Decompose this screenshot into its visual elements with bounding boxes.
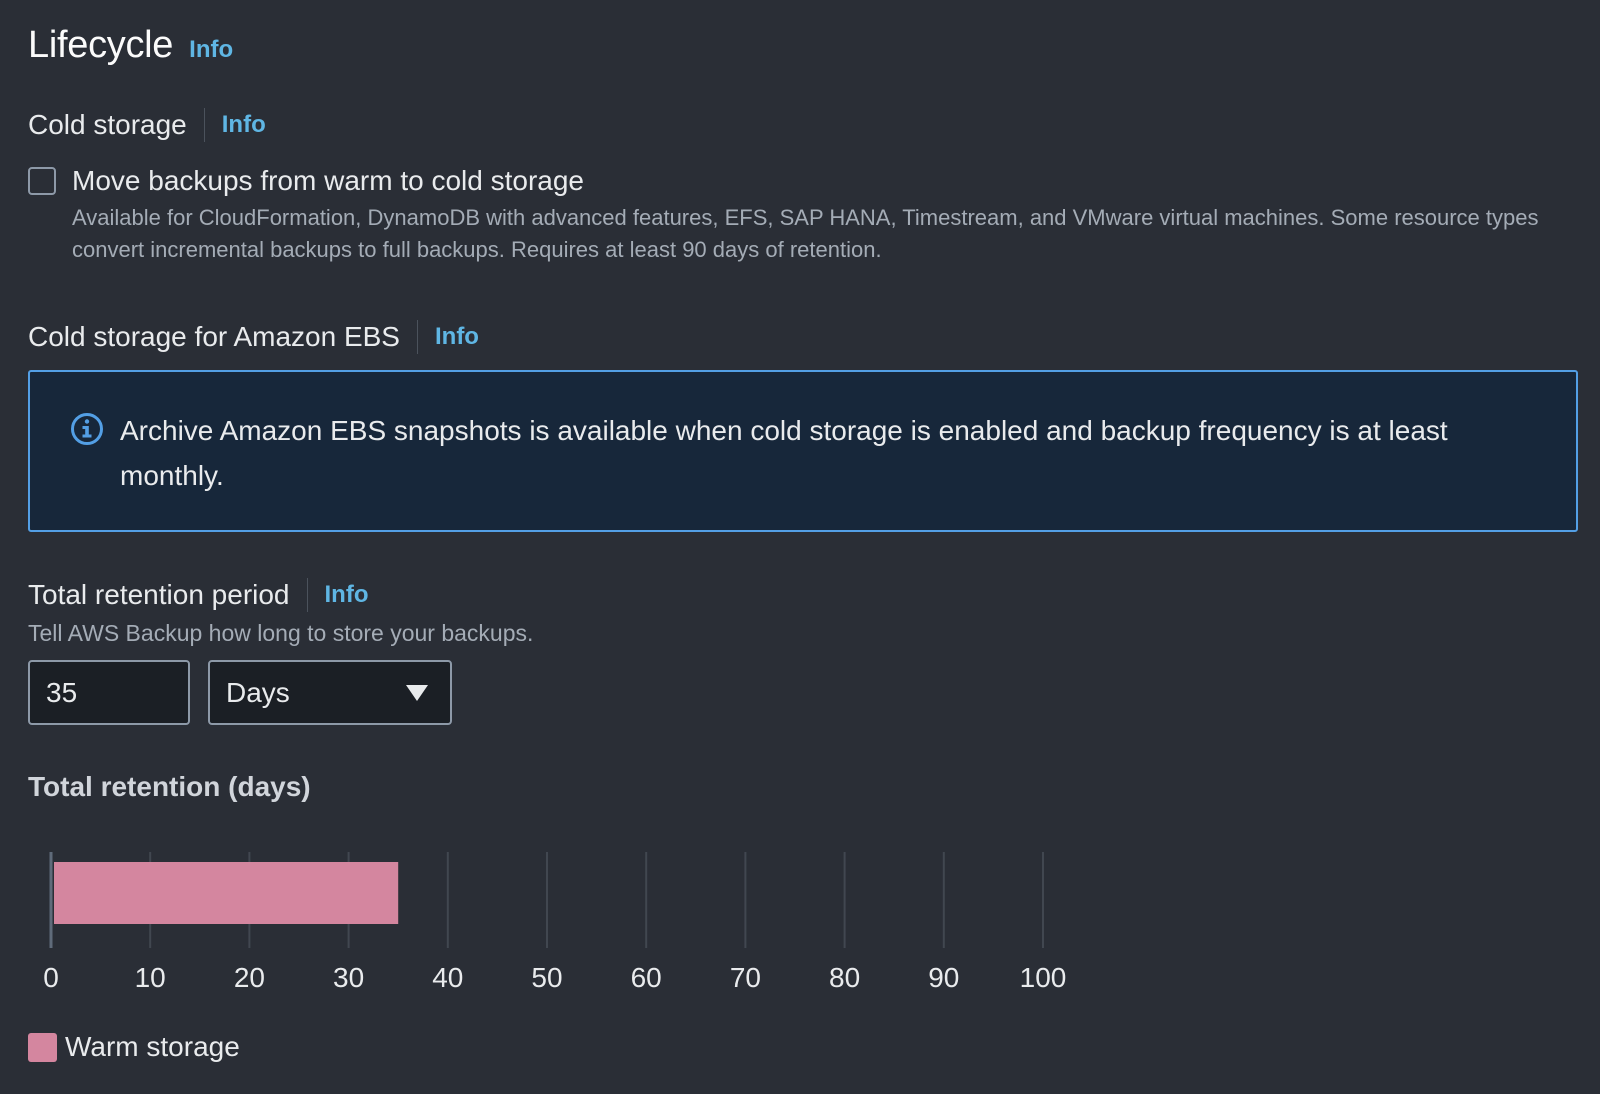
- warm-storage-swatch: [28, 1033, 57, 1062]
- x-tick-label: 70: [730, 962, 761, 993]
- ebs-info-link[interactable]: Info: [435, 323, 479, 351]
- x-tick-label: 30: [333, 962, 364, 993]
- cold-storage-checkbox[interactable]: [28, 167, 56, 195]
- legend-label-warm-storage: Warm storage: [65, 1031, 240, 1063]
- chart-title: Total retention (days): [28, 771, 311, 803]
- section-title: Lifecycle: [28, 24, 173, 67]
- retention-description: Tell AWS Backup how long to store your b…: [28, 620, 533, 647]
- x-tick-label: 40: [432, 962, 463, 993]
- warm-storage-bar: [54, 862, 398, 924]
- x-tick-label: 60: [631, 962, 662, 993]
- x-tick-label: 10: [135, 962, 166, 993]
- x-tick-label: 20: [234, 962, 265, 993]
- divider: [307, 578, 308, 612]
- retention-info-link[interactable]: Info: [325, 581, 369, 609]
- divider: [204, 108, 205, 142]
- alert-message: Archive Amazon EBS snapshots is availabl…: [120, 408, 1520, 498]
- checkbox-text: Move backups from warm to cold storage A…: [72, 164, 1542, 266]
- divider: [417, 320, 418, 354]
- x-tick-label: 90: [928, 962, 959, 993]
- x-tick-label: 100: [1020, 962, 1067, 993]
- x-tick-label: 50: [531, 962, 562, 993]
- cold-storage-label: Cold storage: [28, 109, 187, 141]
- retention-header: Total retention period Info: [28, 578, 369, 612]
- info-circle-icon: [70, 412, 104, 446]
- retention-value-input[interactable]: [28, 660, 190, 725]
- cold-storage-info-link[interactable]: Info: [222, 111, 266, 139]
- checkbox-description: Available for CloudFormation, DynamoDB w…: [72, 202, 1542, 266]
- cold-storage-header: Cold storage Info: [28, 108, 266, 142]
- x-tick-label: 0: [43, 962, 59, 993]
- chart-legend: Warm storage: [28, 1031, 240, 1063]
- lifecycle-panel: Lifecycle Info Cold storage Info Move ba…: [0, 0, 1600, 1094]
- retention-unit-value: Days: [226, 677, 406, 709]
- retention-unit-select[interactable]: Days: [208, 660, 452, 725]
- lifecycle-info-link[interactable]: Info: [189, 36, 233, 64]
- caret-down-icon: [406, 685, 428, 701]
- retention-chart: 0 10 20 30 40 50 60 70 80 90 100: [28, 840, 1128, 1000]
- ebs-header: Cold storage for Amazon EBS Info: [28, 320, 479, 354]
- ebs-info-alert: Archive Amazon EBS snapshots is availabl…: [28, 370, 1578, 532]
- retention-label: Total retention period: [28, 579, 290, 611]
- ebs-label: Cold storage for Amazon EBS: [28, 321, 400, 353]
- section-header: Lifecycle Info: [28, 24, 233, 67]
- checkbox-label[interactable]: Move backups from warm to cold storage: [72, 164, 1542, 198]
- cold-storage-checkbox-row: Move backups from warm to cold storage A…: [28, 164, 1542, 266]
- x-tick-label: 80: [829, 962, 860, 993]
